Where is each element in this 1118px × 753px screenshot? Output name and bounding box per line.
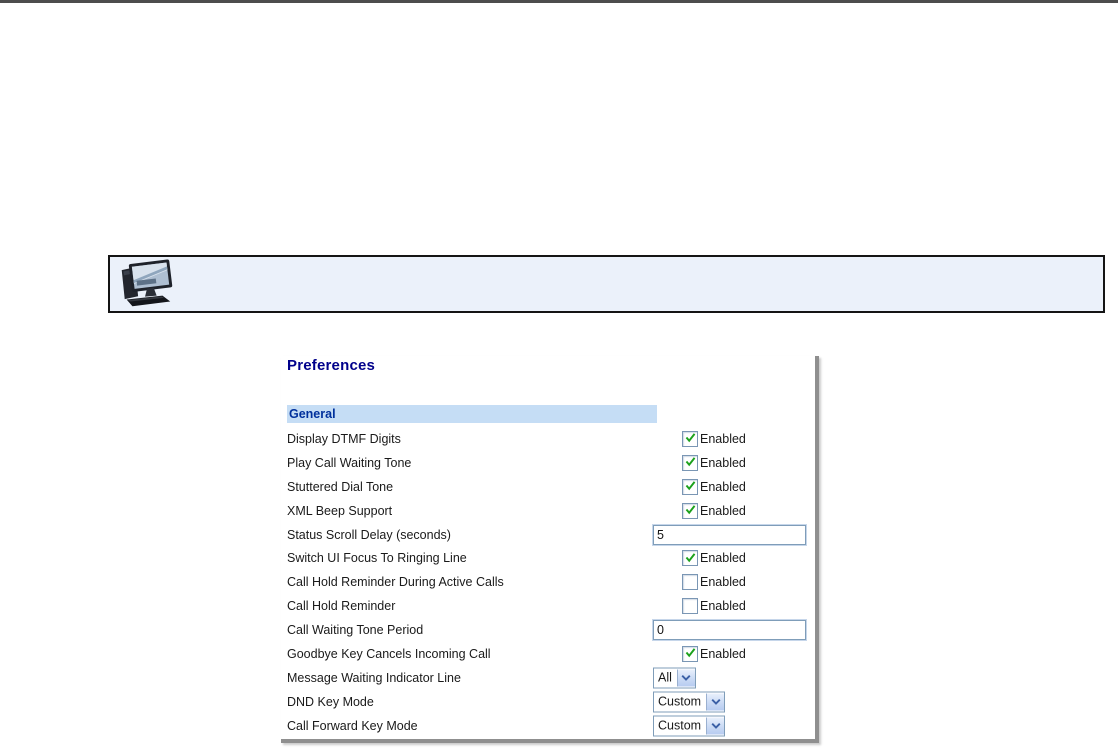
pref-row: Call Waiting Tone Period <box>281 618 815 642</box>
checkbox-unchecked[interactable] <box>682 598 698 615</box>
checkbox-checked[interactable] <box>682 430 698 447</box>
settings-rows: Display DTMF Digits Enabled Play Call Wait… <box>281 427 815 738</box>
desktop-computer-icon <box>115 258 177 310</box>
checkbox-value-label: Enabled <box>700 575 746 590</box>
checkbox-checked[interactable] <box>682 645 698 662</box>
checkbox-control: Enabled <box>682 478 746 495</box>
checkbox-control: Enabled <box>682 598 746 615</box>
pref-row-label: Status Scroll Delay (seconds) <box>287 527 451 542</box>
pref-row-label: DND Key Mode <box>287 694 374 709</box>
page-title: Preferences <box>287 357 376 374</box>
pref-row-label: XML Beep Support <box>287 503 393 518</box>
pref-row: Status Scroll Delay (seconds) <box>281 523 815 547</box>
checkbox-control: Enabled <box>682 454 746 471</box>
checkbox-control: Enabled <box>682 645 746 662</box>
pref-row: Call Hold Reminder During Active Calls En… <box>281 570 815 594</box>
checkbox-checked[interactable] <box>682 550 698 567</box>
checkbox-value-label: Enabled <box>700 479 746 494</box>
pref-row-label: Display DTMF Digits <box>287 431 401 446</box>
pref-row: Switch UI Focus To Ringing Line Enabled <box>281 546 815 570</box>
pref-row-label: Call Hold Reminder <box>287 599 396 614</box>
dropdown-select[interactable]: All <box>653 667 696 689</box>
pref-row: Play Call Waiting Tone Enabled <box>281 451 815 475</box>
pref-row: Call Hold Reminder Enabled <box>281 594 815 618</box>
checkbox-value-label: Enabled <box>700 431 746 446</box>
pref-row: Message Waiting Indicator Line All <box>281 666 815 690</box>
pref-row: Goodbye Key Cancels Incoming Call Enabled <box>281 642 815 666</box>
checkbox-control: Enabled <box>682 430 746 447</box>
dropdown-select[interactable]: Custom <box>653 691 726 713</box>
dropdown-selected-value: Custom <box>658 718 702 733</box>
pref-row-label: Play Call Waiting Tone <box>287 455 412 470</box>
checkbox-value-label: Enabled <box>700 455 746 470</box>
checkbox-checked[interactable] <box>682 502 698 519</box>
pref-row-label: Call Forward Key Mode <box>287 718 418 733</box>
pref-row: Display DTMF Digits Enabled <box>281 427 815 451</box>
pref-row-label: Call Hold Reminder During Active Calls <box>287 575 504 590</box>
dropdown-selected-value: All <box>658 670 672 685</box>
checkbox-checked[interactable] <box>682 454 698 471</box>
pref-row-label: Stuttered Dial Tone <box>287 479 394 494</box>
pref-row: Call Forward Key Mode Custom <box>281 714 815 738</box>
pref-row-label: Call Waiting Tone Period <box>287 623 424 638</box>
chevron-down-icon[interactable] <box>706 693 725 711</box>
note-box <box>108 255 1105 313</box>
checkbox-value-label: Enabled <box>700 599 746 614</box>
pref-row-label: Message Waiting Indicator Line <box>287 670 461 685</box>
checkbox-value-label: Enabled <box>700 551 746 566</box>
checkbox-control: Enabled <box>682 550 746 567</box>
chevron-down-icon[interactable] <box>706 717 725 735</box>
pref-row: Stuttered Dial Tone Enabled <box>281 475 815 499</box>
pref-row: XML Beep Support Enabled <box>281 499 815 523</box>
dropdown-select[interactable]: Custom <box>653 715 726 737</box>
dropdown-selected-value: Custom <box>658 694 702 709</box>
checkbox-control: Enabled <box>682 502 746 519</box>
text-input[interactable] <box>652 523 807 546</box>
pref-row-label: Switch UI Focus To Ringing Line <box>287 551 467 566</box>
page-top-rule <box>0 0 1118 3</box>
checkbox-control: Enabled <box>682 574 746 591</box>
chevron-down-icon[interactable] <box>676 669 695 687</box>
checkbox-unchecked[interactable] <box>682 574 698 591</box>
section-header-general: General <box>287 405 657 423</box>
preferences-panel: Preferences General Display DTMF Digits E… <box>281 356 819 743</box>
text-input[interactable] <box>652 619 807 642</box>
pref-row-label: Goodbye Key Cancels Incoming Call <box>287 646 491 661</box>
checkbox-value-label: Enabled <box>700 646 746 661</box>
section-header-label: General <box>289 407 336 421</box>
pref-row: DND Key Mode Custom <box>281 690 815 714</box>
checkbox-value-label: Enabled <box>700 503 746 518</box>
checkbox-checked[interactable] <box>682 478 698 495</box>
